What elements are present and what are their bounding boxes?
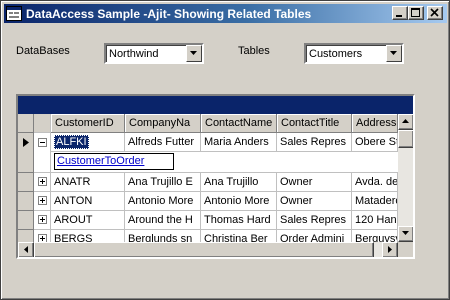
- column-header-address[interactable]: Address: [352, 114, 398, 133]
- table-cell[interactable]: Obere St: [352, 133, 398, 152]
- table-cell[interactable]: Ana Trujillo: [201, 173, 277, 192]
- scroll-down-button[interactable]: [398, 226, 413, 242]
- scroll-up-button[interactable]: [398, 114, 413, 130]
- scroll-left-button[interactable]: [18, 242, 34, 257]
- scroll-right-button[interactable]: [382, 242, 398, 257]
- chevron-down-icon: [190, 51, 197, 55]
- tables-dropdown-button[interactable]: [386, 45, 402, 62]
- table-cell[interactable]: Matadero: [352, 192, 398, 211]
- row-expander[interactable]: [34, 173, 51, 192]
- maximize-button[interactable]: [408, 6, 424, 20]
- horizontal-scrollbar[interactable]: [18, 242, 398, 257]
- table-cell[interactable]: Owner: [277, 173, 352, 192]
- table-cell[interactable]: ALFKI: [51, 133, 125, 152]
- expand-icon: [38, 196, 47, 205]
- databases-dropdown-button[interactable]: [186, 45, 202, 62]
- table-cell[interactable]: Antonio More: [201, 192, 277, 211]
- row-expander[interactable]: [34, 133, 51, 173]
- table-cell[interactable]: ANATR: [51, 173, 125, 192]
- arrow-right-icon: [388, 246, 392, 253]
- row-expander[interactable]: [34, 211, 51, 230]
- relation-link-customertoorder[interactable]: CustomerToOrder: [54, 153, 174, 170]
- table-cell[interactable]: 120 Hano: [352, 211, 398, 230]
- expand-icon: [38, 215, 47, 224]
- horizontal-scroll-thumb[interactable]: [34, 242, 374, 257]
- arrow-down-icon: [402, 231, 409, 235]
- grid-corner-header: [18, 114, 34, 133]
- row-header[interactable]: [18, 173, 34, 192]
- table-cell[interactable]: Alfreds Futter: [125, 133, 201, 152]
- databases-label: DataBases: [16, 45, 70, 57]
- current-row-arrow-icon: [23, 138, 29, 147]
- expander-column-header: [34, 114, 51, 133]
- arrow-up-icon: [402, 119, 409, 123]
- vertical-scroll-thumb[interactable]: [398, 130, 413, 148]
- column-header-contacttitle[interactable]: ContactTitle: [277, 114, 352, 133]
- column-header-customerid[interactable]: CustomerID: [51, 114, 125, 133]
- collapse-icon: [38, 138, 47, 147]
- table-cell[interactable]: ANTON: [51, 192, 125, 211]
- table-cell[interactable]: Owner: [277, 192, 352, 211]
- chevron-down-icon: [390, 51, 397, 55]
- maximize-icon: [411, 8, 420, 17]
- table-cell[interactable]: Around the H: [125, 211, 201, 230]
- column-header-companyname[interactable]: CompanyNa: [125, 114, 201, 133]
- row-header-current[interactable]: [18, 133, 34, 173]
- app-form-icon: [6, 6, 22, 21]
- table-cell[interactable]: AROUT: [51, 211, 125, 230]
- table-cell[interactable]: Avda. de: [352, 173, 398, 192]
- arrow-left-icon: [24, 246, 28, 253]
- row-header[interactable]: [18, 211, 34, 230]
- table-cell[interactable]: Thomas Hard: [201, 211, 277, 230]
- close-button[interactable]: [427, 6, 443, 20]
- table-cell[interactable]: Ana Trujillo E: [125, 173, 201, 192]
- row-header[interactable]: [18, 192, 34, 211]
- close-icon: [430, 8, 439, 17]
- table-cell[interactable]: Sales Repres: [277, 133, 352, 152]
- table-cell[interactable]: Antonio More: [125, 192, 201, 211]
- expand-icon: [38, 177, 47, 186]
- app-window: DataAccess Sample -Ajit- Showing Related…: [0, 0, 450, 300]
- vertical-scrollbar[interactable]: [398, 114, 413, 242]
- title-bar[interactable]: DataAccess Sample -Ajit- Showing Related…: [4, 4, 447, 23]
- grid-caption-bar: [18, 96, 413, 114]
- databases-dropdown[interactable]: Northwind: [104, 43, 204, 64]
- table-cell[interactable]: Maria Anders: [201, 133, 277, 152]
- column-header-contactname[interactable]: ContactName: [201, 114, 277, 133]
- data-grid[interactable]: CustomerID CompanyNa ContactName Contact…: [16, 94, 415, 259]
- scrollbar-corner: [398, 242, 413, 257]
- table-cell[interactable]: Sales Repres: [277, 211, 352, 230]
- row-expander[interactable]: [34, 192, 51, 211]
- window-title: DataAccess Sample -Ajit- Showing Related…: [26, 7, 312, 21]
- minimize-button[interactable]: [392, 6, 408, 20]
- databases-selected-value: Northwind: [109, 48, 159, 60]
- minimize-icon: [396, 15, 402, 17]
- tables-label: Tables: [238, 45, 270, 57]
- tables-selected-value: Customers: [309, 48, 363, 60]
- relations-panel: CustomerToOrder: [51, 152, 398, 173]
- tables-dropdown[interactable]: Customers: [304, 43, 404, 64]
